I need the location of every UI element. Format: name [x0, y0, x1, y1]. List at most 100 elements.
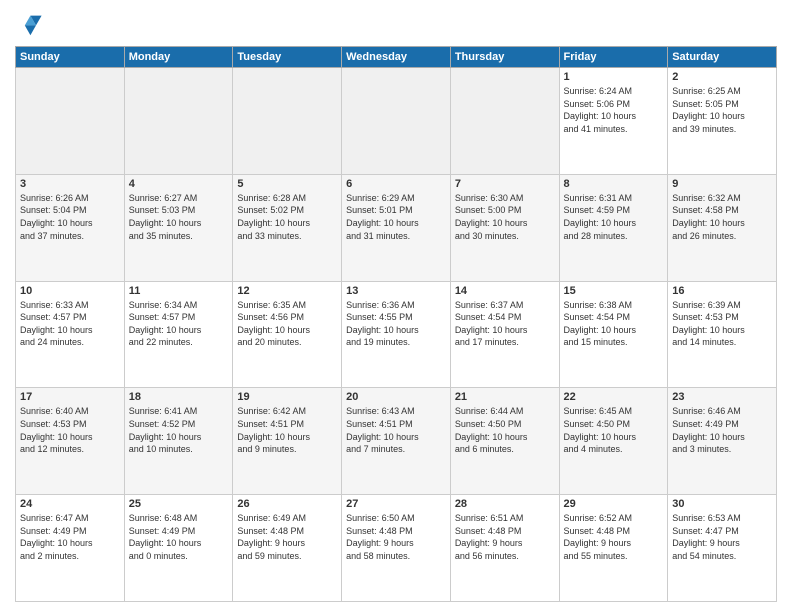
day-info: Sunrise: 6:29 AM Sunset: 5:01 PM Dayligh…	[346, 192, 446, 242]
day-number: 20	[346, 391, 446, 403]
day-number: 13	[346, 285, 446, 297]
calendar-table: SundayMondayTuesdayWednesdayThursdayFrid…	[15, 46, 777, 602]
day-info: Sunrise: 6:30 AM Sunset: 5:00 PM Dayligh…	[455, 192, 555, 242]
calendar-week-row: 1Sunrise: 6:24 AM Sunset: 5:06 PM Daylig…	[16, 68, 777, 175]
calendar-cell: 14 Sunrise: 6:37 AM Sunset: 4:54 PM Dayli…	[450, 281, 559, 388]
calendar-cell: 12 Sunrise: 6:35 AM Sunset: 4:56 PM Dayli…	[233, 281, 342, 388]
calendar-week-row: 3 Sunrise: 6:26 AM Sunset: 5:04 PM Daylig…	[16, 174, 777, 281]
day-number: 30	[672, 498, 772, 510]
weekday-header: Monday	[124, 47, 233, 68]
day-info: Sunrise: 6:49 AM Sunset: 4:48 PM Dayligh…	[237, 512, 337, 562]
day-info: Sunrise: 6:38 AM Sunset: 4:54 PM Dayligh…	[564, 299, 664, 349]
day-info: Sunrise: 6:36 AM Sunset: 4:55 PM Dayligh…	[346, 299, 446, 349]
day-info: Sunrise: 6:32 AM Sunset: 4:58 PM Dayligh…	[672, 192, 772, 242]
calendar-cell: 7 Sunrise: 6:30 AM Sunset: 5:00 PM Daylig…	[450, 174, 559, 281]
day-number: 15	[564, 285, 664, 297]
day-info: Sunrise: 6:42 AM Sunset: 4:51 PM Dayligh…	[237, 405, 337, 455]
calendar-cell: 21 Sunrise: 6:44 AM Sunset: 4:50 PM Dayli…	[450, 388, 559, 495]
calendar-cell	[342, 68, 451, 175]
day-info: Sunrise: 6:26 AM Sunset: 5:04 PM Dayligh…	[20, 192, 120, 242]
calendar-cell: 22Sunrise: 6:45 AM Sunset: 4:50 PM Dayli…	[559, 388, 668, 495]
calendar-cell: 19Sunrise: 6:42 AM Sunset: 4:51 PM Dayli…	[233, 388, 342, 495]
day-number: 17	[20, 391, 120, 403]
calendar-week-row: 17 Sunrise: 6:40 AM Sunset: 4:53 PM Dayli…	[16, 388, 777, 495]
day-info: Sunrise: 6:53 AM Sunset: 4:47 PM Dayligh…	[672, 512, 772, 562]
logo	[15, 10, 47, 38]
day-info: Sunrise: 6:50 AM Sunset: 4:48 PM Dayligh…	[346, 512, 446, 562]
day-number: 10	[20, 285, 120, 297]
day-number: 7	[455, 178, 555, 190]
page: SundayMondayTuesdayWednesdayThursdayFrid…	[0, 0, 792, 612]
day-info: Sunrise: 6:33 AM Sunset: 4:57 PM Dayligh…	[20, 299, 120, 349]
day-number: 8	[564, 178, 664, 190]
header	[15, 10, 777, 38]
weekday-header: Friday	[559, 47, 668, 68]
day-info: Sunrise: 6:28 AM Sunset: 5:02 PM Dayligh…	[237, 192, 337, 242]
day-number: 3	[20, 178, 120, 190]
calendar-cell: 20 Sunrise: 6:43 AM Sunset: 4:51 PM Dayli…	[342, 388, 451, 495]
day-info: Sunrise: 6:43 AM Sunset: 4:51 PM Dayligh…	[346, 405, 446, 455]
calendar-cell: 11 Sunrise: 6:34 AM Sunset: 4:57 PM Dayli…	[124, 281, 233, 388]
day-info: Sunrise: 6:25 AM Sunset: 5:05 PM Dayligh…	[672, 85, 772, 135]
calendar-cell: 1Sunrise: 6:24 AM Sunset: 5:06 PM Daylig…	[559, 68, 668, 175]
day-number: 21	[455, 391, 555, 403]
weekday-header: Thursday	[450, 47, 559, 68]
day-info: Sunrise: 6:35 AM Sunset: 4:56 PM Dayligh…	[237, 299, 337, 349]
calendar-cell	[124, 68, 233, 175]
day-number: 16	[672, 285, 772, 297]
day-number: 5	[237, 178, 337, 190]
day-info: Sunrise: 6:47 AM Sunset: 4:49 PM Dayligh…	[20, 512, 120, 562]
calendar-cell: 24 Sunrise: 6:47 AM Sunset: 4:49 PM Dayli…	[16, 495, 125, 602]
calendar-cell: 5 Sunrise: 6:28 AM Sunset: 5:02 PM Daylig…	[233, 174, 342, 281]
calendar-cell: 10 Sunrise: 6:33 AM Sunset: 4:57 PM Dayli…	[16, 281, 125, 388]
calendar-cell	[450, 68, 559, 175]
weekday-header: Sunday	[16, 47, 125, 68]
day-info: Sunrise: 6:39 AM Sunset: 4:53 PM Dayligh…	[672, 299, 772, 349]
calendar-cell: 28 Sunrise: 6:51 AM Sunset: 4:48 PM Dayli…	[450, 495, 559, 602]
weekday-header: Saturday	[668, 47, 777, 68]
day-info: Sunrise: 6:27 AM Sunset: 5:03 PM Dayligh…	[129, 192, 229, 242]
calendar-cell: 18 Sunrise: 6:41 AM Sunset: 4:52 PM Dayli…	[124, 388, 233, 495]
day-info: Sunrise: 6:51 AM Sunset: 4:48 PM Dayligh…	[455, 512, 555, 562]
day-info: Sunrise: 6:41 AM Sunset: 4:52 PM Dayligh…	[129, 405, 229, 455]
day-info: Sunrise: 6:46 AM Sunset: 4:49 PM Dayligh…	[672, 405, 772, 455]
day-number: 26	[237, 498, 337, 510]
day-number: 4	[129, 178, 229, 190]
calendar-cell: 27 Sunrise: 6:50 AM Sunset: 4:48 PM Dayli…	[342, 495, 451, 602]
day-info: Sunrise: 6:24 AM Sunset: 5:06 PM Dayligh…	[564, 85, 664, 135]
calendar-cell: 15 Sunrise: 6:38 AM Sunset: 4:54 PM Dayli…	[559, 281, 668, 388]
day-info: Sunrise: 6:31 AM Sunset: 4:59 PM Dayligh…	[564, 192, 664, 242]
day-info: Sunrise: 6:40 AM Sunset: 4:53 PM Dayligh…	[20, 405, 120, 455]
calendar-cell: 8 Sunrise: 6:31 AM Sunset: 4:59 PM Daylig…	[559, 174, 668, 281]
day-info: Sunrise: 6:34 AM Sunset: 4:57 PM Dayligh…	[129, 299, 229, 349]
calendar-cell	[16, 68, 125, 175]
day-info: Sunrise: 6:45 AM Sunset: 4:50 PM Dayligh…	[564, 405, 664, 455]
calendar-cell: 26 Sunrise: 6:49 AM Sunset: 4:48 PM Dayli…	[233, 495, 342, 602]
day-info: Sunrise: 6:52 AM Sunset: 4:48 PM Dayligh…	[564, 512, 664, 562]
day-number: 11	[129, 285, 229, 297]
calendar-cell: 25Sunrise: 6:48 AM Sunset: 4:49 PM Dayli…	[124, 495, 233, 602]
calendar-cell: 4 Sunrise: 6:27 AM Sunset: 5:03 PM Daylig…	[124, 174, 233, 281]
weekday-header: Tuesday	[233, 47, 342, 68]
day-number: 24	[20, 498, 120, 510]
day-info: Sunrise: 6:44 AM Sunset: 4:50 PM Dayligh…	[455, 405, 555, 455]
day-number: 9	[672, 178, 772, 190]
day-number: 28	[455, 498, 555, 510]
logo-icon	[15, 10, 43, 38]
day-number: 18	[129, 391, 229, 403]
calendar-header-row: SundayMondayTuesdayWednesdayThursdayFrid…	[16, 47, 777, 68]
calendar-week-row: 24 Sunrise: 6:47 AM Sunset: 4:49 PM Dayli…	[16, 495, 777, 602]
calendar-cell: 3 Sunrise: 6:26 AM Sunset: 5:04 PM Daylig…	[16, 174, 125, 281]
day-number: 27	[346, 498, 446, 510]
day-number: 6	[346, 178, 446, 190]
calendar-cell: 16 Sunrise: 6:39 AM Sunset: 4:53 PM Dayli…	[668, 281, 777, 388]
calendar-cell: 23Sunrise: 6:46 AM Sunset: 4:49 PM Dayli…	[668, 388, 777, 495]
weekday-header: Wednesday	[342, 47, 451, 68]
day-number: 12	[237, 285, 337, 297]
day-info: Sunrise: 6:37 AM Sunset: 4:54 PM Dayligh…	[455, 299, 555, 349]
day-number: 14	[455, 285, 555, 297]
calendar-cell	[233, 68, 342, 175]
calendar-cell: 13 Sunrise: 6:36 AM Sunset: 4:55 PM Dayli…	[342, 281, 451, 388]
day-info: Sunrise: 6:48 AM Sunset: 4:49 PM Dayligh…	[129, 512, 229, 562]
calendar-cell: 2Sunrise: 6:25 AM Sunset: 5:05 PM Daylig…	[668, 68, 777, 175]
